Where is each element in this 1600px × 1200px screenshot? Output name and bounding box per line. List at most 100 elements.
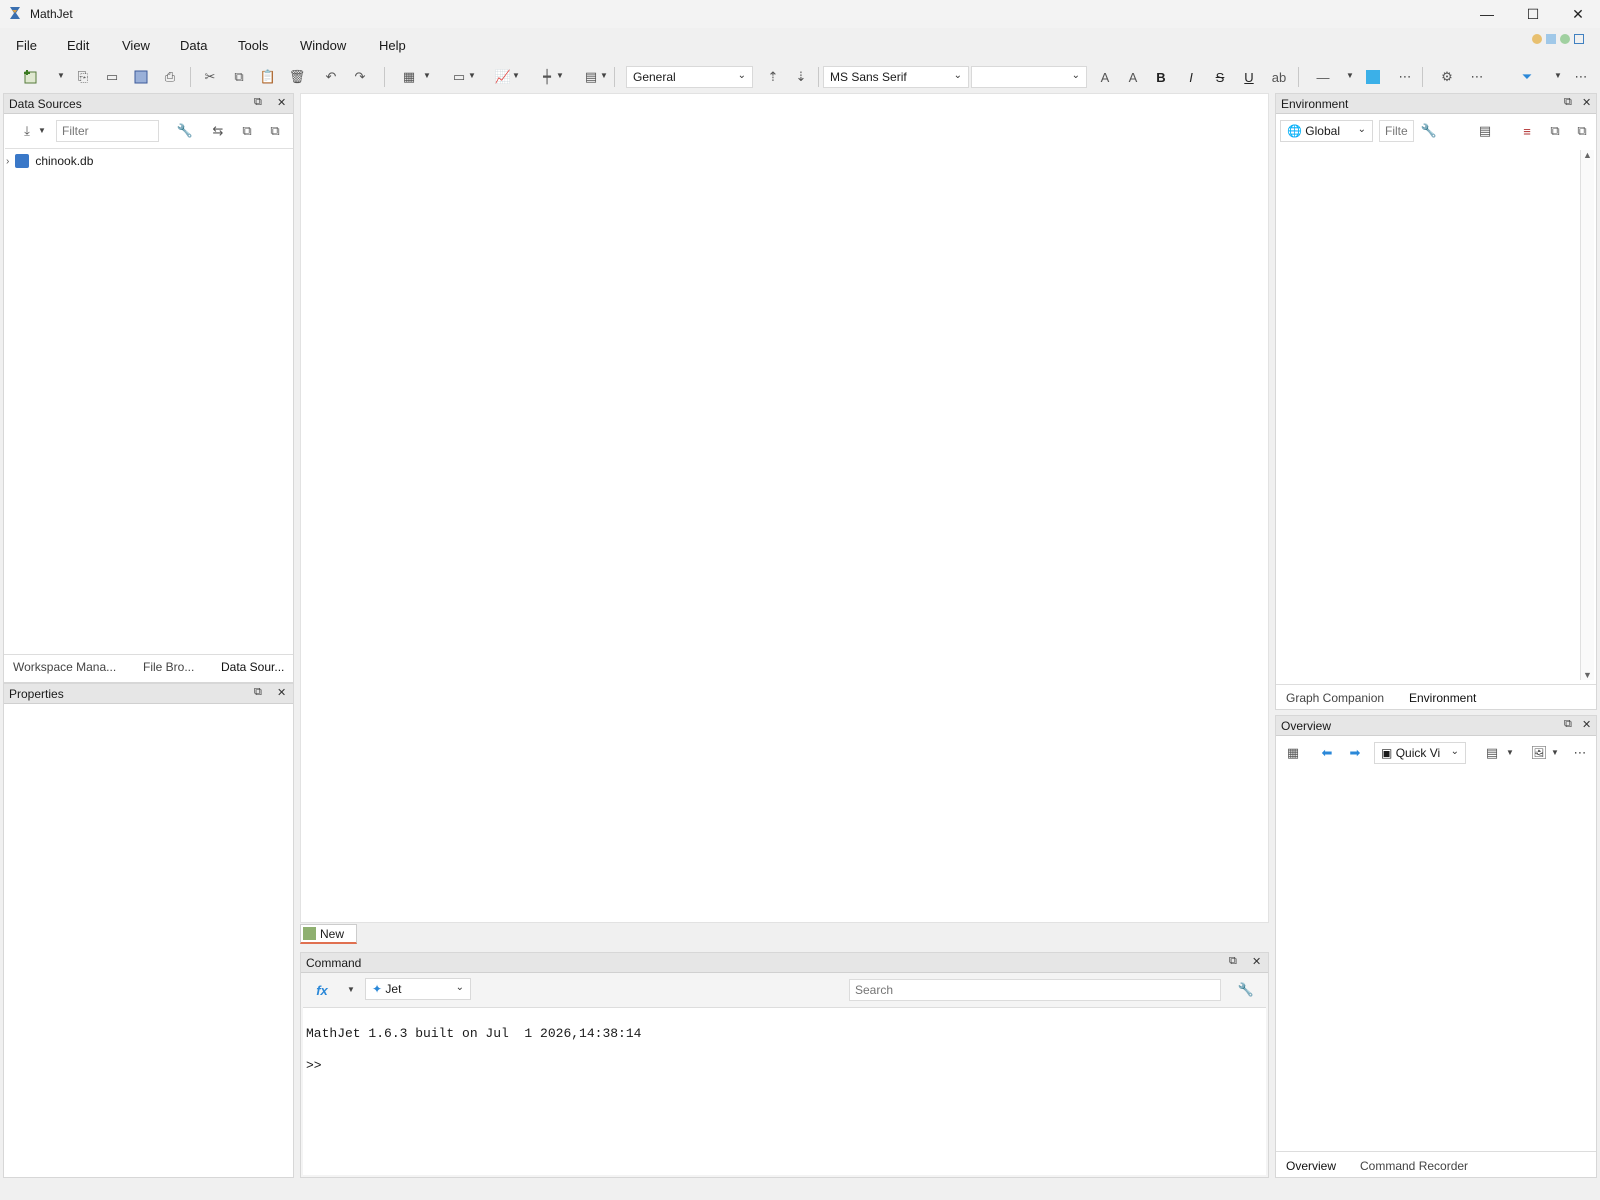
- delete-icon[interactable]: 🗑: [286, 66, 308, 88]
- line-style-dropdown-icon[interactable]: ▼: [1346, 71, 1354, 80]
- strikethrough-button[interactable]: S: [1209, 66, 1231, 88]
- menu-tools[interactable]: Tools: [238, 38, 268, 53]
- engine-combo[interactable]: ✦ Jet ⌄: [365, 978, 471, 1000]
- insert-dropdown-icon[interactable]: ▼: [556, 71, 564, 80]
- settings-wrench-icon[interactable]: 🔧: [1418, 120, 1440, 142]
- console-prompt[interactable]: >>: [306, 1058, 1263, 1073]
- function-dropdown-icon[interactable]: ▼: [347, 985, 355, 994]
- increase-font-icon[interactable]: A: [1094, 66, 1116, 88]
- scroll-up-icon[interactable]: ▲: [1583, 150, 1592, 160]
- command-search-input[interactable]: [849, 979, 1221, 1001]
- insert-icon[interactable]: ┿: [536, 66, 558, 88]
- font-size-combo[interactable]: ⌄: [971, 66, 1087, 88]
- new-graph-icon[interactable]: ▭: [448, 66, 470, 88]
- decrease-font-icon[interactable]: A: [1122, 66, 1144, 88]
- image-icon[interactable]: 🖼: [1528, 742, 1550, 764]
- menu-file[interactable]: File: [16, 38, 37, 53]
- import-dropdown-icon[interactable]: ▼: [38, 126, 46, 135]
- decrease-decimal-icon[interactable]: ⇣: [790, 66, 812, 88]
- layout-2-icon[interactable]: [1546, 34, 1556, 44]
- float-icon[interactable]: ⧉: [1564, 718, 1572, 731]
- environment-filter[interactable]: [1379, 120, 1414, 142]
- tab-file-browser[interactable]: File Bro...: [143, 660, 194, 674]
- more-icon[interactable]: ⋯: [1394, 66, 1416, 88]
- minimize-button[interactable]: —: [1464, 0, 1510, 28]
- grid-view-icon[interactable]: ▦: [1282, 742, 1304, 764]
- scope-combo[interactable]: 🌐 Global ⌄: [1280, 120, 1373, 142]
- scroll-down-icon[interactable]: ▼: [1583, 670, 1592, 680]
- table-dropdown-icon[interactable]: ▼: [423, 71, 431, 80]
- undo-icon[interactable]: ↶: [320, 66, 342, 88]
- settings-wrench-icon[interactable]: 🔧: [1235, 979, 1257, 1001]
- menu-view[interactable]: View: [122, 38, 150, 53]
- tab-data-sources[interactable]: Data Sour...: [221, 660, 284, 674]
- close-button[interactable]: ✕: [1556, 0, 1600, 28]
- save-all-icon[interactable]: [130, 66, 152, 88]
- new-script-icon[interactable]: [20, 66, 42, 88]
- close-panel-icon[interactable]: ✕: [277, 686, 286, 699]
- line-style-icon[interactable]: —: [1312, 66, 1334, 88]
- float-icon[interactable]: ⧉: [1229, 955, 1237, 968]
- layout-icon[interactable]: ▤: [580, 66, 602, 88]
- columns-icon[interactable]: ▤: [1474, 120, 1496, 142]
- new-dropdown-icon[interactable]: ▼: [57, 71, 65, 80]
- filter-dropdown-icon[interactable]: ▼: [1554, 71, 1562, 80]
- more-icon[interactable]: ⋯: [1569, 742, 1591, 764]
- graph-dropdown-icon[interactable]: ▼: [468, 71, 476, 80]
- menu-help[interactable]: Help: [379, 38, 406, 53]
- layout-dropdown-icon[interactable]: ▼: [600, 71, 608, 80]
- back-arrow-icon[interactable]: ⬅: [1316, 742, 1338, 764]
- display-options-icon[interactable]: ▤: [1481, 742, 1503, 764]
- number-format-combo[interactable]: General ⌄: [626, 66, 753, 88]
- menu-edit[interactable]: Edit: [67, 38, 89, 53]
- plot-icon[interactable]: 📈: [492, 66, 514, 88]
- view-mode-combo[interactable]: ▣ Quick Vi ⌄: [1374, 742, 1466, 764]
- copy-icon[interactable]: ⧉: [228, 66, 250, 88]
- redo-icon[interactable]: ↷: [349, 66, 371, 88]
- refresh-icon[interactable]: ⇆: [207, 120, 229, 142]
- paste-icon[interactable]: 📋: [257, 66, 279, 88]
- fill-color-icon[interactable]: [1362, 66, 1384, 88]
- clear-variables-icon[interactable]: ≡: [1516, 120, 1538, 142]
- open-icon[interactable]: ⎘: [72, 66, 94, 88]
- spellcheck-icon[interactable]: ab: [1268, 66, 1290, 88]
- float-icon[interactable]: ⧉: [254, 96, 262, 109]
- expand-icon[interactable]: ⧉: [264, 120, 286, 142]
- display-dropdown-icon[interactable]: ▼: [1506, 748, 1514, 757]
- forward-arrow-icon[interactable]: ➡: [1344, 742, 1366, 764]
- menu-window[interactable]: Window: [300, 38, 346, 53]
- function-icon[interactable]: fx: [311, 979, 333, 1001]
- tab-command-recorder[interactable]: Command Recorder: [1360, 1159, 1468, 1173]
- collapse-icon[interactable]: ⧉: [1544, 120, 1566, 142]
- plugin-icon[interactable]: ⚙: [1436, 66, 1458, 88]
- collapse-icon[interactable]: ⧉: [236, 120, 258, 142]
- menu-data[interactable]: Data: [180, 38, 207, 53]
- close-panel-icon[interactable]: ✕: [1582, 96, 1591, 109]
- expand-chevron-icon[interactable]: ›: [6, 156, 9, 167]
- vertical-scrollbar[interactable]: ▲ ▼: [1580, 150, 1594, 680]
- tab-overview[interactable]: Overview: [1286, 1159, 1336, 1173]
- font-family-combo[interactable]: MS Sans Serif ⌄: [823, 66, 969, 88]
- float-icon[interactable]: ⧉: [254, 686, 262, 699]
- print-icon[interactable]: ⎙: [159, 66, 181, 88]
- import-icon[interactable]: ⤓: [16, 120, 38, 142]
- tree-item[interactable]: › chinook.db: [6, 152, 93, 170]
- new-table-icon[interactable]: ▦: [398, 66, 420, 88]
- more-icon[interactable]: ⋯: [1466, 66, 1488, 88]
- increase-decimal-icon[interactable]: ⇡: [762, 66, 784, 88]
- close-panel-icon[interactable]: ✕: [1252, 955, 1261, 968]
- close-panel-icon[interactable]: ✕: [1582, 718, 1591, 731]
- more-icon[interactable]: ⋯: [1570, 66, 1592, 88]
- data-sources-filter[interactable]: [56, 120, 159, 142]
- bold-button[interactable]: B: [1150, 66, 1172, 88]
- image-dropdown-icon[interactable]: ▼: [1551, 748, 1559, 757]
- float-icon[interactable]: ⧉: [1564, 96, 1572, 109]
- layout-1-icon[interactable]: [1532, 34, 1542, 44]
- cut-icon[interactable]: ✂: [199, 66, 221, 88]
- underline-button[interactable]: U: [1238, 66, 1260, 88]
- document-workspace[interactable]: [300, 93, 1269, 923]
- maximize-button[interactable]: ☐: [1510, 0, 1556, 28]
- layout-3-icon[interactable]: [1560, 34, 1570, 44]
- tree-item-label[interactable]: chinook.db: [35, 154, 93, 168]
- plot-dropdown-icon[interactable]: ▼: [512, 71, 520, 80]
